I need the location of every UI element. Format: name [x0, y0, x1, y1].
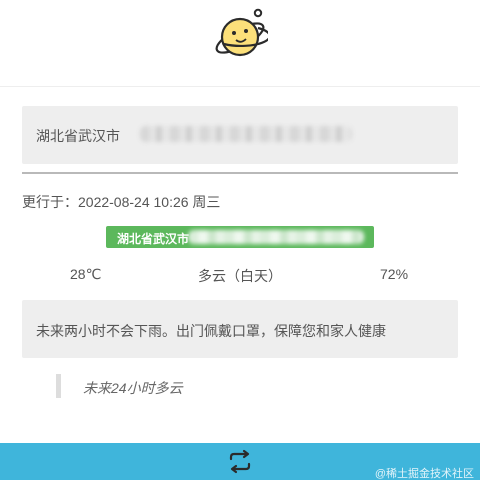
planet-face-icon: [215, 8, 268, 57]
update-time: 更行于：2022-08-24 10:26 周三: [22, 194, 221, 210]
location-panel: 湖北省武汉市: [22, 106, 458, 164]
rain-forecast-text: 未来两小时不会下雨。出门佩戴口罩，保障您和家人健康: [36, 323, 386, 339]
humidity-value: 72%: [380, 266, 409, 282]
location-label: 湖北省武汉市: [36, 128, 120, 144]
refresh-arrows-icon[interactable]: [226, 449, 254, 475]
badge-label: 湖北省武汉市: [117, 232, 190, 246]
forecast-text: 未来24小时多云: [83, 380, 183, 396]
location-redacted: [140, 126, 352, 142]
weather-condition: 多云（白天）: [198, 268, 282, 284]
app-header: [0, 0, 480, 87]
footer-bar: @稀土掘金技术社区: [0, 443, 480, 480]
location-badge: 湖北省武汉市: [106, 226, 374, 248]
badge-redacted: [188, 230, 364, 244]
divider: [22, 172, 458, 174]
temperature-value: 28℃: [70, 266, 102, 282]
watermark: @稀土掘金技术社区: [374, 468, 474, 480]
rain-forecast-panel: 未来两小时不会下雨。出门佩戴口罩，保障您和家人健康: [22, 300, 458, 358]
forecast-quote: 未来24小时多云: [56, 374, 356, 398]
